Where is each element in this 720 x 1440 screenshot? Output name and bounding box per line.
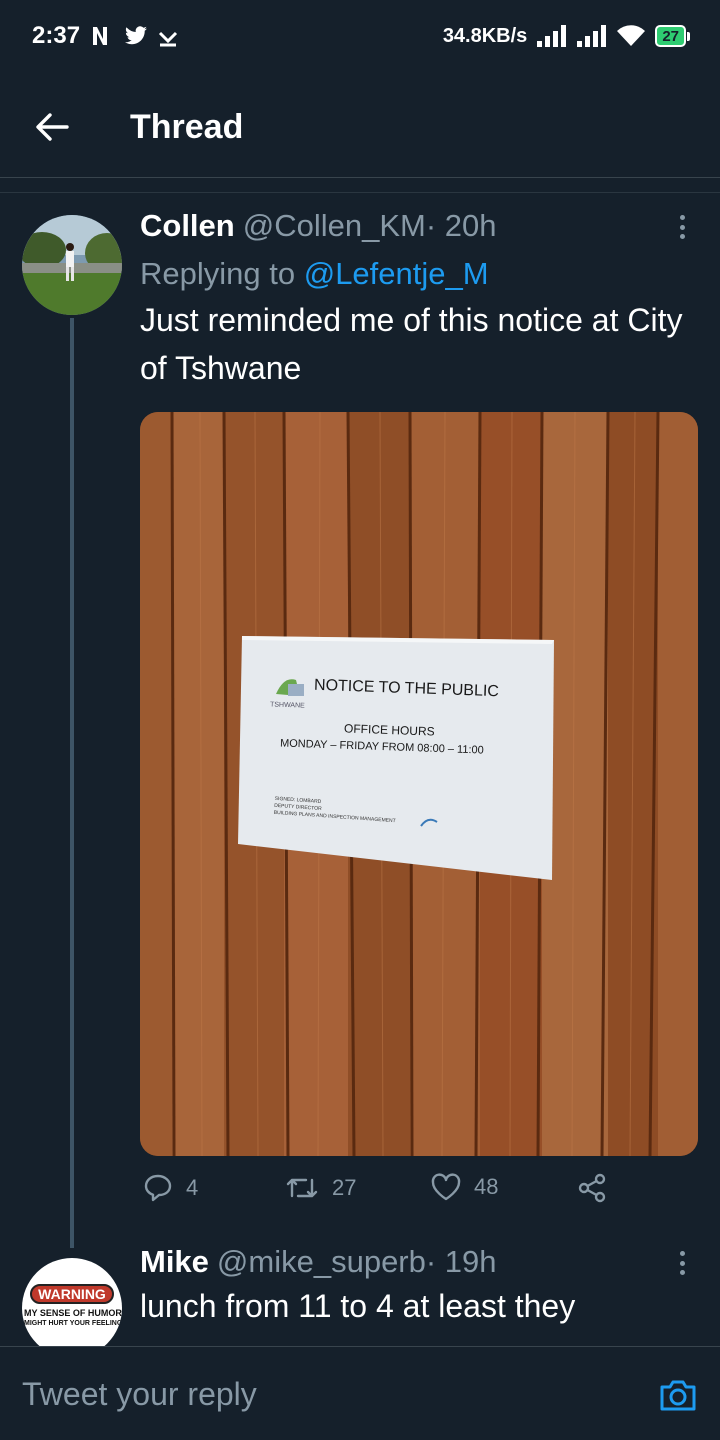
author-handle[interactable]: @mike_superb: [217, 1244, 426, 1280]
notice-logo: [274, 674, 314, 702]
retweet-icon: [286, 1178, 318, 1198]
more-options-button[interactable]: [672, 212, 692, 242]
reply-icon: [144, 1174, 172, 1202]
mention-link[interactable]: @Lefentje_M: [304, 256, 489, 291]
tweet-collen[interactable]: Collen @Collen_KM · 20h Replying to @Lef…: [0, 0, 720, 1250]
tweet-text: lunch from 11 to 4 at least they: [140, 1288, 576, 1324]
avatar[interactable]: [22, 215, 122, 315]
avatar-line2: MIGHT HURT YOUR FEELINGS: [24, 1320, 122, 1327]
replying-prefix: Replying to: [140, 256, 304, 291]
avatar-warning-text: WARNING: [38, 1286, 106, 1302]
camera-icon: [660, 1380, 696, 1411]
reply-bar: [0, 1346, 720, 1440]
tweet-header: Collen @Collen_KM · 20h: [140, 208, 692, 244]
avatar[interactable]: WARNING MY SENSE OF HUMOR MIGHT HURT YOU…: [22, 1258, 122, 1346]
tweet-mike[interactable]: WARNING MY SENSE OF HUMOR MIGHT HURT YOU…: [0, 1240, 720, 1346]
reply-count: 4: [186, 1175, 199, 1200]
tweet-time: · 19h: [425, 1244, 497, 1279]
retweet-button[interactable]: 27: [284, 1172, 356, 1204]
like-button[interactable]: 48: [430, 1172, 498, 1202]
tweet-body: Collen @Collen_KM · 20h Replying to @Lef…: [140, 208, 692, 392]
author-handle[interactable]: @Collen_KM: [243, 208, 426, 244]
tweet-text: Just reminded me of this notice at City …: [140, 302, 683, 386]
thread-line: [70, 318, 74, 1248]
notice-logo-text: TSHWANE: [269, 701, 305, 710]
tweet-media-image[interactable]: TSHWANE NOTICE TO THE PUBLIC OFFICE HOUR…: [140, 412, 698, 1156]
share-button[interactable]: [576, 1172, 608, 1204]
notice-emblem-icon: [420, 816, 438, 830]
tweet-body: Mike @mike_superb · 19h lunch from 11 to…: [140, 1244, 692, 1330]
camera-button[interactable]: [658, 1375, 698, 1415]
tweet-time: · 20h: [425, 208, 497, 243]
tweet-actions: 4 27 48: [140, 1172, 620, 1212]
author-name[interactable]: Collen: [140, 208, 235, 244]
more-options-button[interactable]: [672, 1248, 692, 1278]
avatar-line1: MY SENSE OF HUMOR: [24, 1308, 122, 1318]
reply-input[interactable]: [22, 1367, 622, 1421]
tweet-header: Mike @mike_superb · 19h: [140, 1244, 692, 1280]
reply-button[interactable]: 4: [142, 1172, 198, 1204]
replying-to: Replying to @Lefentje_M: [140, 256, 692, 292]
retweet-count: 27: [332, 1175, 357, 1200]
share-icon: [578, 1173, 606, 1203]
heart-icon: [431, 1173, 461, 1201]
like-count: 48: [474, 1174, 499, 1199]
author-name[interactable]: Mike: [140, 1244, 209, 1280]
